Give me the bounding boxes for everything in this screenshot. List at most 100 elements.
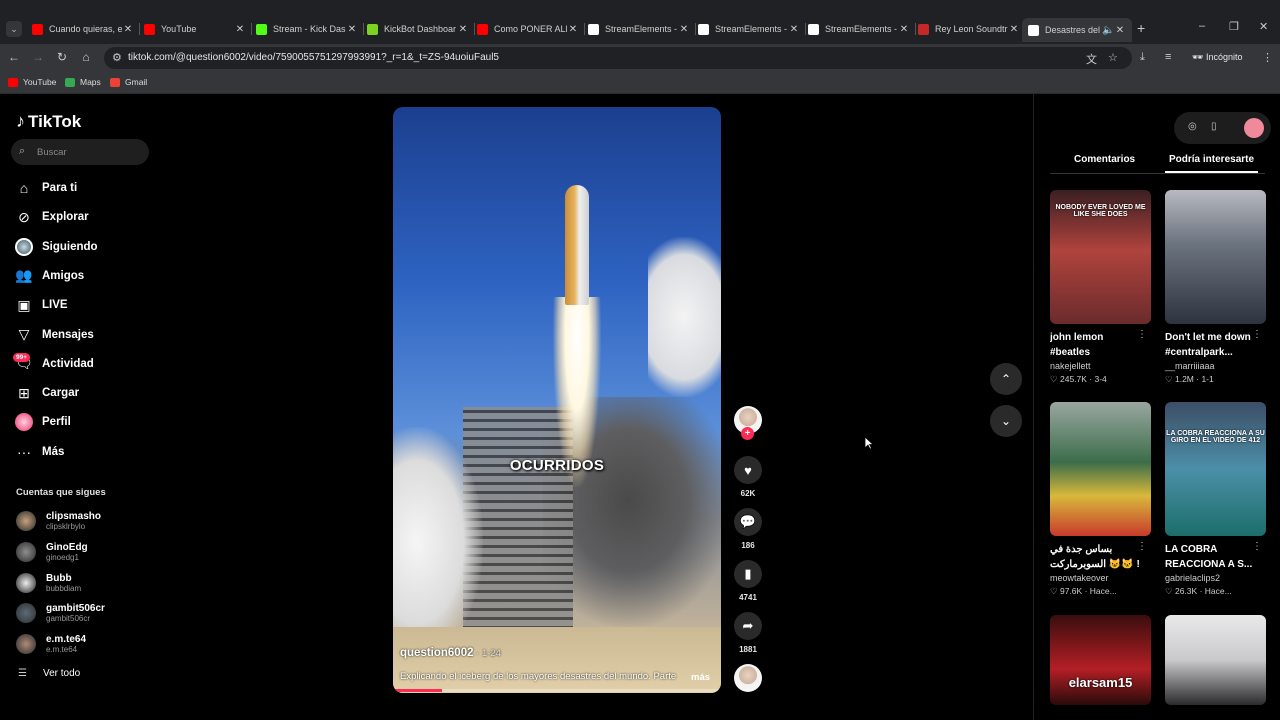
- bookmark-item[interactable]: Maps: [65, 77, 101, 87]
- recommended-video-card[interactable]: Don't let me down #centralpark... __marrii…: [1165, 190, 1266, 385]
- tab-close-icon[interactable]: ✕: [1114, 25, 1126, 36]
- share-button[interactable]: ➦ 1881: [733, 612, 763, 654]
- tab-close-icon[interactable]: ✕: [122, 24, 134, 35]
- minimize-button[interactable]: –: [1199, 20, 1205, 32]
- site-info-icon[interactable]: ⚙: [112, 51, 122, 64]
- sidebar-item-actividad[interactable]: 🗨 99+ Actividad: [13, 352, 155, 376]
- browser-menu-icon[interactable]: ⋮: [1262, 51, 1273, 64]
- sidebar-item-mensajes[interactable]: ▽ Mensajes: [15, 323, 155, 347]
- sidebar-item-perfil[interactable]: Perfil: [15, 410, 155, 434]
- translate-icon[interactable]: 文: [1086, 51, 1097, 67]
- back-button[interactable]: ←: [6, 50, 22, 64]
- sidebar-item-siguiendo[interactable]: Siguiendo: [15, 235, 155, 259]
- recommended-video-card[interactable]: elarsam15: [1050, 615, 1151, 705]
- tab-close-icon[interactable]: ✕: [567, 24, 579, 35]
- tab-search-button[interactable]: ⌄: [6, 21, 22, 37]
- bookmark-item[interactable]: YouTube: [8, 77, 56, 87]
- close-window-button[interactable]: ✕: [1259, 20, 1268, 33]
- card-author[interactable]: meowtakeover: [1050, 573, 1151, 583]
- bookmark-item[interactable]: Gmail: [110, 77, 147, 87]
- browser-tab[interactable]: StreamElements - ✕: [808, 20, 910, 38]
- video-progress-bar[interactable]: [393, 689, 721, 692]
- sidebar-item-label: Mensajes: [42, 328, 94, 341]
- author-avatar-button[interactable]: +: [733, 406, 763, 440]
- user-avatar[interactable]: [1244, 118, 1264, 138]
- sidebar-item-live[interactable]: ▣ LIVE: [15, 293, 155, 317]
- bookmark-star-icon[interactable]: ☆: [1108, 51, 1118, 64]
- card-more-icon[interactable]: ⋮: [1252, 329, 1262, 340]
- video-author[interactable]: question6002: [400, 647, 474, 659]
- card-more-icon[interactable]: ⋮: [1252, 541, 1262, 552]
- tab-close-icon[interactable]: ✕: [457, 24, 469, 35]
- video-thumbnail[interactable]: [1165, 190, 1266, 324]
- browser-tab[interactable]: StreamElements - ✕: [588, 20, 690, 38]
- forward-button[interactable]: →: [30, 50, 46, 64]
- followed-account[interactable]: e.m.te64 e.m.te64: [16, 634, 86, 655]
- like-button[interactable]: ♥ 62K: [733, 456, 763, 498]
- browser-tab[interactable]: Desastres del 🔈 ✕: [1022, 18, 1132, 42]
- sidebar-item-cargar[interactable]: ⊞ Cargar: [15, 381, 155, 405]
- video-author-line[interactable]: question6002 · 1-24: [400, 647, 501, 659]
- browser-tab[interactable]: Cuando quieras, e ✕: [32, 20, 134, 38]
- tab-close-icon[interactable]: ✕: [346, 24, 358, 35]
- sidebar-item-amigos[interactable]: 👥 Amigos: [15, 264, 155, 288]
- tab-close-icon[interactable]: ✕: [898, 24, 910, 35]
- browser-tab[interactable]: Rey Leon Soundtr ✕: [918, 20, 1020, 38]
- see-all-link[interactable]: ☰ Ver todo: [18, 668, 80, 679]
- card-more-icon[interactable]: ⋮: [1137, 329, 1147, 340]
- browser-tab[interactable]: StreamElements - ✕: [698, 20, 800, 38]
- browser-tab[interactable]: Stream - Kick Das ✕: [256, 20, 358, 38]
- card-more-icon[interactable]: ⋮: [1137, 541, 1147, 552]
- followed-account[interactable]: Bubb bubbdiam: [16, 572, 81, 593]
- follow-plus-icon[interactable]: +: [741, 427, 754, 440]
- followed-account[interactable]: gambit506cr gambit506cr: [16, 603, 105, 624]
- address-bar[interactable]: ⚙ tiktok.com/@question6002/video/7590055…: [104, 47, 1132, 69]
- sidebar-item-para-ti[interactable]: ⌂ Para ti: [15, 176, 155, 200]
- tab-audio-icon[interactable]: 🔈: [1102, 25, 1114, 36]
- video-thumbnail[interactable]: LA COBRA REACCIONA A SU GIRO EN EL VIDEO…: [1165, 402, 1266, 536]
- recommended-video-card[interactable]: LA COBRA REACCIONA A SU GIRO EN EL VIDEO…: [1165, 402, 1266, 597]
- browser-tab[interactable]: YouTube ✕: [144, 20, 246, 38]
- save-button[interactable]: ▮ 4741: [733, 560, 763, 602]
- tab-close-icon[interactable]: ✕: [788, 24, 800, 35]
- video-thumbnail[interactable]: NOBODY EVER LOVED ME LIKE SHE DOES: [1050, 190, 1151, 324]
- reload-button[interactable]: ↻: [54, 50, 70, 64]
- sidebar-item-más[interactable]: ··· Más: [15, 440, 155, 464]
- maximize-button[interactable]: ❐: [1229, 20, 1239, 33]
- coin-icon[interactable]: ◎: [1188, 121, 1197, 132]
- tab-recommended[interactable]: Podría interesarte: [1164, 154, 1259, 173]
- more-button[interactable]: más: [691, 672, 710, 683]
- recommended-video-card[interactable]: NOBODY EVER LOVED ME LIKE SHE DOES john l…: [1050, 190, 1151, 385]
- sidebar-item-explorar[interactable]: ⊘ Explorar: [15, 205, 155, 229]
- tab-close-icon[interactable]: ✕: [678, 24, 690, 35]
- tab-close-icon[interactable]: ✕: [234, 24, 246, 35]
- recommended-video-card[interactable]: [1165, 615, 1266, 705]
- followed-account[interactable]: GinoEdg ginoedg1: [16, 541, 88, 562]
- comment-button[interactable]: 💬 186: [733, 508, 763, 550]
- home-button[interactable]: ⌂: [78, 50, 94, 64]
- video-thumbnail[interactable]: elarsam15: [1050, 615, 1151, 705]
- followed-account[interactable]: clipsmasho clipsklrbylo: [16, 511, 101, 531]
- browser-tab[interactable]: KickBot Dashboar ✕: [367, 20, 469, 38]
- previous-video-button[interactable]: ⌃: [990, 363, 1022, 395]
- new-tab-button[interactable]: +: [1137, 20, 1145, 36]
- recommended-video-card[interactable]: بساس جدة في السوبرماركت 😺🐱 ! meowtakeover ♡…: [1050, 402, 1151, 597]
- browser-tab[interactable]: Como PONER ALE ✕: [477, 20, 579, 38]
- tiktok-logo[interactable]: ♪ TikTok: [16, 111, 81, 132]
- device-icon[interactable]: ▯: [1211, 121, 1217, 132]
- card-title-line1: بساس جدة في: [1050, 544, 1113, 555]
- card-author[interactable]: gabrielaclips2: [1165, 573, 1266, 583]
- video-thumbnail[interactable]: [1165, 615, 1266, 705]
- card-author[interactable]: nakejellett: [1050, 361, 1151, 371]
- download-icon[interactable]: ⤓: [1140, 51, 1145, 64]
- next-video-button[interactable]: ⌄: [990, 405, 1022, 437]
- card-author[interactable]: __marriiiaaa: [1165, 361, 1266, 371]
- search-input[interactable]: ⌕ Buscar: [11, 139, 149, 165]
- video-thumbnail[interactable]: [1050, 402, 1151, 536]
- reading-list-icon[interactable]: ≡: [1165, 51, 1171, 63]
- tab-comments[interactable]: Comentarios: [1074, 154, 1135, 165]
- video-player[interactable]: OCURRIDOS question6002 · 1-24 Explicando…: [393, 107, 721, 693]
- incognito-indicator[interactable]: 🕶 Incógnito: [1192, 52, 1242, 63]
- sound-avatar[interactable]: [733, 664, 763, 692]
- tab-close-icon[interactable]: ✕: [1008, 24, 1020, 35]
